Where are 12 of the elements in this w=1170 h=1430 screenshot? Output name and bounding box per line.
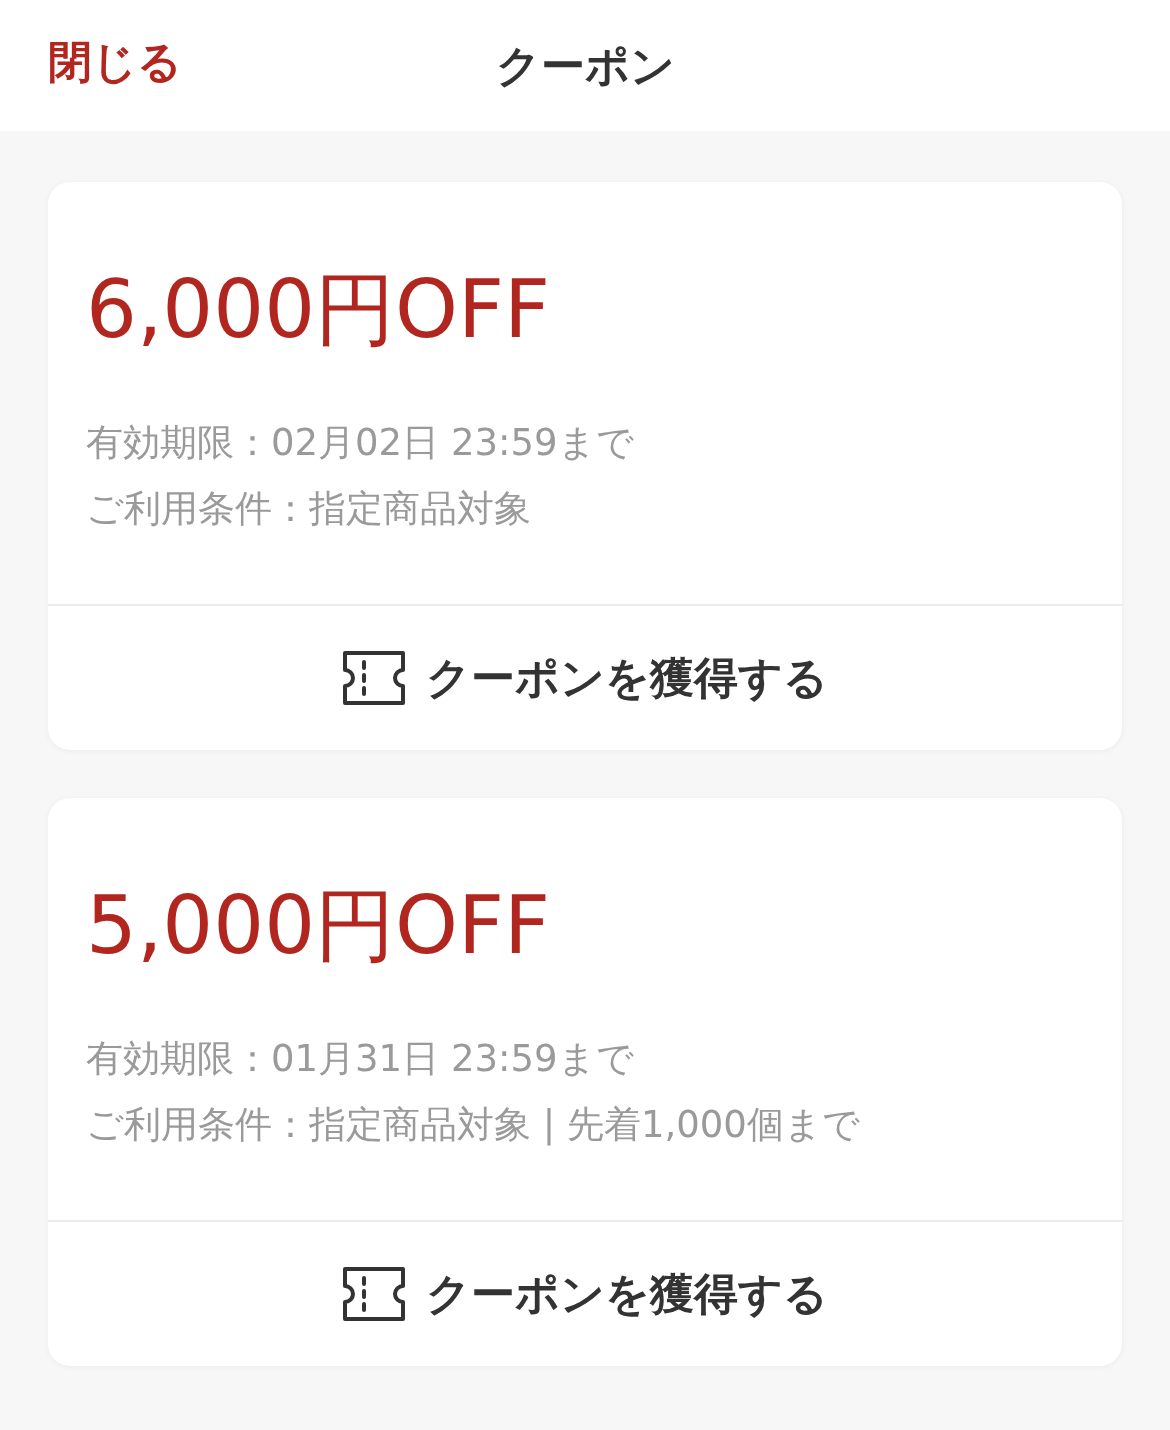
get-coupon-button[interactable]: クーポンを獲得する	[48, 606, 1122, 750]
conditions-text: ご利用条件：指定商品対象	[86, 486, 532, 532]
ticket-icon	[342, 1266, 406, 1322]
discount-amount: 5,000円OFF	[86, 886, 552, 966]
discount-amount: 6,000円OFF	[86, 270, 552, 350]
expiry-text: 有効期限：02月02日 23:59まで	[86, 420, 635, 466]
get-coupon-button[interactable]: クーポンを獲得する	[48, 1222, 1122, 1366]
conditions-text: ご利用条件：指定商品対象 | 先着1,000個まで	[86, 1102, 861, 1148]
close-button[interactable]: 閉じる	[48, 40, 182, 84]
header-title: クーポン	[495, 38, 675, 93]
expiry-text: 有効期限：01月31日 23:59まで	[86, 1036, 635, 1082]
ticket-icon	[342, 650, 406, 706]
